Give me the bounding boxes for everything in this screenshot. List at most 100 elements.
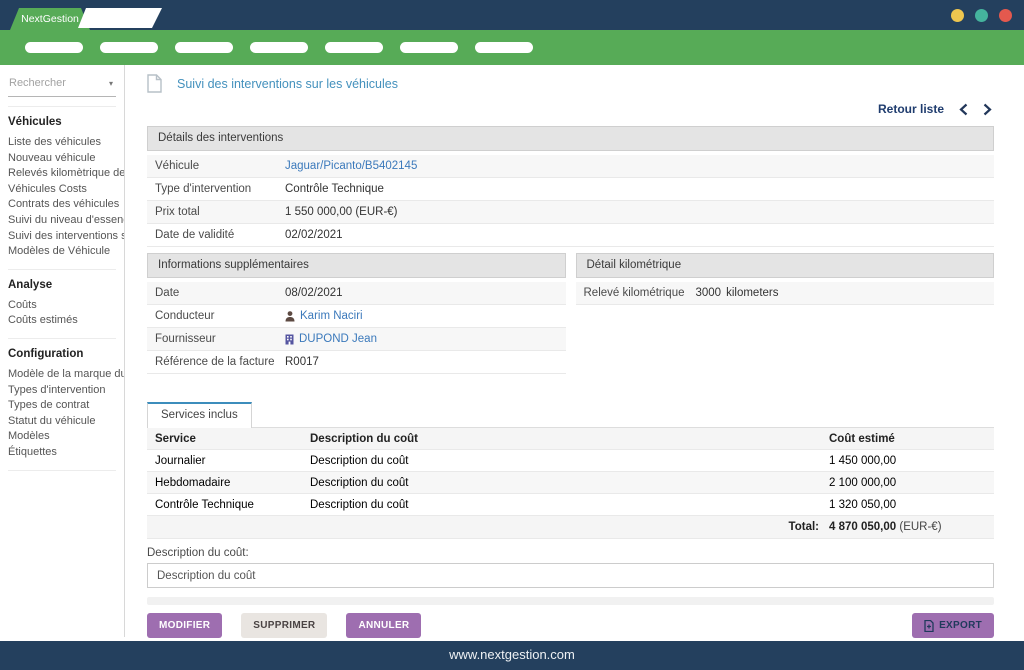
details-panel: Détails des interventions Véhicule Jagua… <box>147 126 994 247</box>
table-total-row: Total: 4 870 050,00 (EUR-€) <box>147 516 994 539</box>
window-dot-red-icon[interactable] <box>999 9 1012 22</box>
sidebar-item-couts[interactable]: Coûts <box>8 298 124 314</box>
detail-row-vehicule: Véhicule Jaguar/Picanto/B5402145 <box>147 155 994 178</box>
driver-link[interactable]: Karim Naciri <box>285 310 363 322</box>
sidebar: ▾ Véhicules Liste des véhicules Nouveau … <box>0 65 125 637</box>
supp-row-reference: Référence de la facture R0017 <box>147 351 566 374</box>
tab-services-inclus[interactable]: Services inclus <box>147 402 252 428</box>
sidebar-item-types-contrat[interactable]: Types de contrat <box>8 398 124 414</box>
sidebar-item-etiquettes[interactable]: Étiquettes <box>8 445 124 461</box>
service-description: Description du coût <box>310 477 829 489</box>
field-label: Relevé kilométrique <box>584 287 696 299</box>
sidebar-divider <box>8 269 116 270</box>
main-content: Suivi des interventions sur les véhicule… <box>125 65 1024 637</box>
sidebar-section-analyse: Analyse Coûts Coûts estimés <box>8 279 124 329</box>
sidebar-search[interactable]: ▾ <box>8 73 116 97</box>
nav-pill[interactable] <box>25 42 83 53</box>
sidebar-item-releves-kilometrique[interactable]: Relevés kilomètrique des ... <box>8 166 124 182</box>
mileage-row: Relevé kilométrique 3000 kilometers <box>576 282 995 305</box>
sidebar-item-nouveau-vehicule[interactable]: Nouveau véhicule <box>8 151 124 167</box>
table-row: Hebdomadaire Description du coût 2 100 0… <box>147 472 994 494</box>
mileage-number: 3000 <box>696 287 722 299</box>
supplier-name: DUPOND Jean <box>299 333 377 345</box>
nav-pill[interactable] <box>400 42 458 53</box>
mileage-unit: kilometers <box>726 287 778 299</box>
column-header-service: Service <box>147 433 310 445</box>
field-label: Type d'intervention <box>155 183 285 195</box>
chevron-down-icon[interactable]: ▾ <box>109 79 113 88</box>
sidebar-item-modeles[interactable]: Modèles <box>8 429 124 445</box>
app-logo[interactable]: NextGestion <box>10 8 90 30</box>
total-currency: (EUR-€) <box>899 521 941 533</box>
sidebar-item-niveau-essence[interactable]: Suivi du niveau d'essence <box>8 213 124 229</box>
cancel-button[interactable]: ANNULER <box>346 613 421 638</box>
column-header-cout: Coût estimé <box>829 433 994 445</box>
search-input[interactable] <box>9 77 91 89</box>
sidebar-section-configuration: Configuration Modèle de la marque du v..… <box>8 348 124 461</box>
supplier-link[interactable]: DUPOND Jean <box>285 333 377 345</box>
sidebar-divider <box>8 106 116 107</box>
field-label: Véhicule <box>155 160 285 172</box>
section-divider <box>147 597 994 605</box>
logo-slab-decoration <box>78 8 162 28</box>
field-label: Date de validité <box>155 229 285 241</box>
service-name: Journalier <box>147 455 310 467</box>
field-value: 02/02/2021 <box>285 229 343 241</box>
field-label: Fournisseur <box>155 333 285 345</box>
sidebar-item-modeles-vehicule[interactable]: Modèles de Véhicule <box>8 244 124 260</box>
nav-pill[interactable] <box>325 42 383 53</box>
document-icon <box>147 74 162 93</box>
total-label: Total: <box>310 521 829 533</box>
service-cost: 1 450 000,00 <box>829 455 994 467</box>
sidebar-section-title: Configuration <box>8 348 124 360</box>
sidebar-item-contrats[interactable]: Contrats des véhicules <box>8 197 124 213</box>
details-panel-header: Détails des interventions <box>147 126 994 151</box>
sidebar-section-title: Analyse <box>8 279 124 291</box>
sidebar-item-suivi-interventions[interactable]: Suivi des interventions su... <box>8 229 124 245</box>
service-description: Description du coût <box>310 499 829 511</box>
nav-pill[interactable] <box>175 42 233 53</box>
toolbar: Retour liste <box>147 98 994 126</box>
footer-url: www.nextgestion.com <box>449 647 575 662</box>
table-row: Contrôle Technique Description du coût 1… <box>147 494 994 516</box>
vehicle-link[interactable]: Jaguar/Picanto/B5402145 <box>285 160 417 172</box>
next-record-button[interactable] <box>983 103 992 116</box>
field-value: 1 550 000,00 (EUR-€) <box>285 206 398 218</box>
window-dots <box>951 9 1012 22</box>
sidebar-item-statut-vehicule[interactable]: Statut du véhicule <box>8 414 124 430</box>
delete-button[interactable]: SUPPRIMER <box>241 613 327 638</box>
nav-pill[interactable] <box>475 42 533 53</box>
cost-description-label: Description du coût: <box>147 547 994 559</box>
titlebar: NextGestion <box>0 0 1024 30</box>
previous-record-button[interactable] <box>959 103 968 116</box>
nav-pill[interactable] <box>250 42 308 53</box>
modify-button[interactable]: MODIFIER <box>147 613 222 638</box>
sidebar-item-modele-marque[interactable]: Modèle de la marque du v... <box>8 367 124 383</box>
supplementary-panel: Informations supplémentaires Date 08/02/… <box>147 253 566 374</box>
export-button[interactable]: EXPORT <box>912 613 994 638</box>
chevron-left-icon <box>959 103 968 116</box>
sidebar-item-types-intervention[interactable]: Types d'intervention <box>8 383 124 399</box>
detail-row-prix-total: Prix total 1 550 000,00 (EUR-€) <box>147 201 994 224</box>
sidebar-item-couts-estimes[interactable]: Coûts estimés <box>8 313 124 329</box>
total-amount: 4 870 050,00 <box>829 521 896 533</box>
field-label: Conducteur <box>155 310 285 322</box>
sidebar-item-vehicules-costs[interactable]: Véhicules Costs <box>8 182 124 198</box>
detail-row-type-intervention: Type d'intervention Contrôle Technique <box>147 178 994 201</box>
person-icon <box>285 311 295 322</box>
nav-pill[interactable] <box>100 42 158 53</box>
page-header: Suivi des interventions sur les véhicule… <box>147 65 994 98</box>
window-dot-green-icon[interactable] <box>975 9 988 22</box>
sidebar-item-liste-vehicules[interactable]: Liste des véhicules <box>8 135 124 151</box>
service-description: Description du coût <box>310 455 829 467</box>
supplementary-panel-header: Informations supplémentaires <box>147 253 566 278</box>
back-to-list-link[interactable]: Retour liste <box>878 102 944 116</box>
field-value: 08/02/2021 <box>285 287 343 299</box>
sidebar-section-vehicules: Véhicules Liste des véhicules Nouveau vé… <box>8 116 124 260</box>
service-cost: 2 100 000,00 <box>829 477 994 489</box>
chevron-right-icon <box>983 103 992 116</box>
cost-description-input[interactable] <box>147 563 994 588</box>
window-dot-yellow-icon[interactable] <box>951 9 964 22</box>
services-table-header: Service Description du coût Coût estimé <box>147 427 994 450</box>
mileage-panel-header: Détail kilométrique <box>576 253 995 278</box>
